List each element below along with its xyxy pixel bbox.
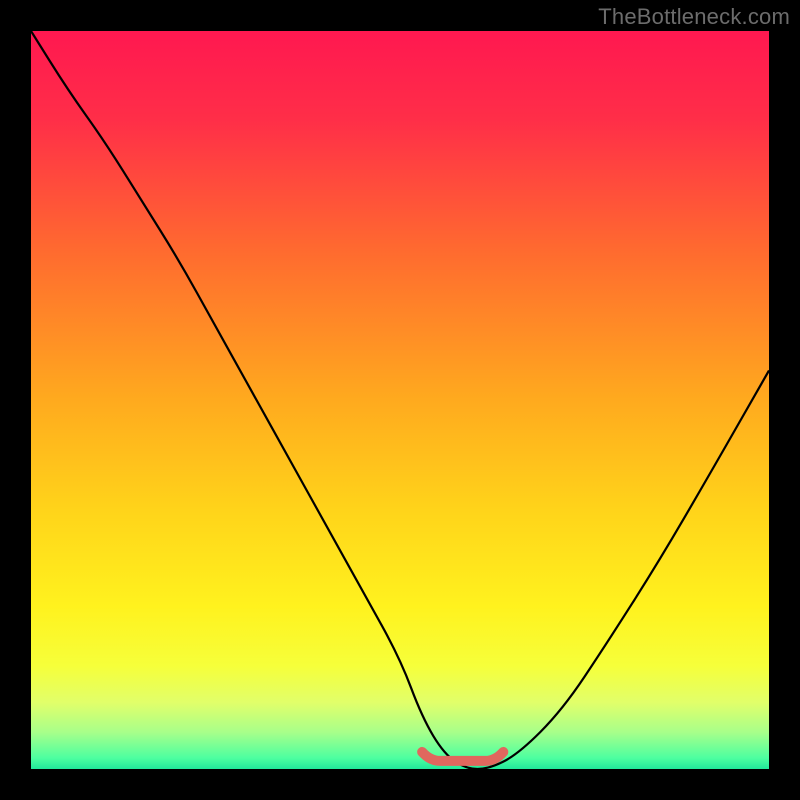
gradient-background: [31, 31, 769, 769]
plot-area: [31, 31, 769, 769]
chart-frame: TheBottleneck.com: [0, 0, 800, 800]
bottleneck-chart: [31, 31, 769, 769]
watermark-text: TheBottleneck.com: [598, 4, 790, 30]
